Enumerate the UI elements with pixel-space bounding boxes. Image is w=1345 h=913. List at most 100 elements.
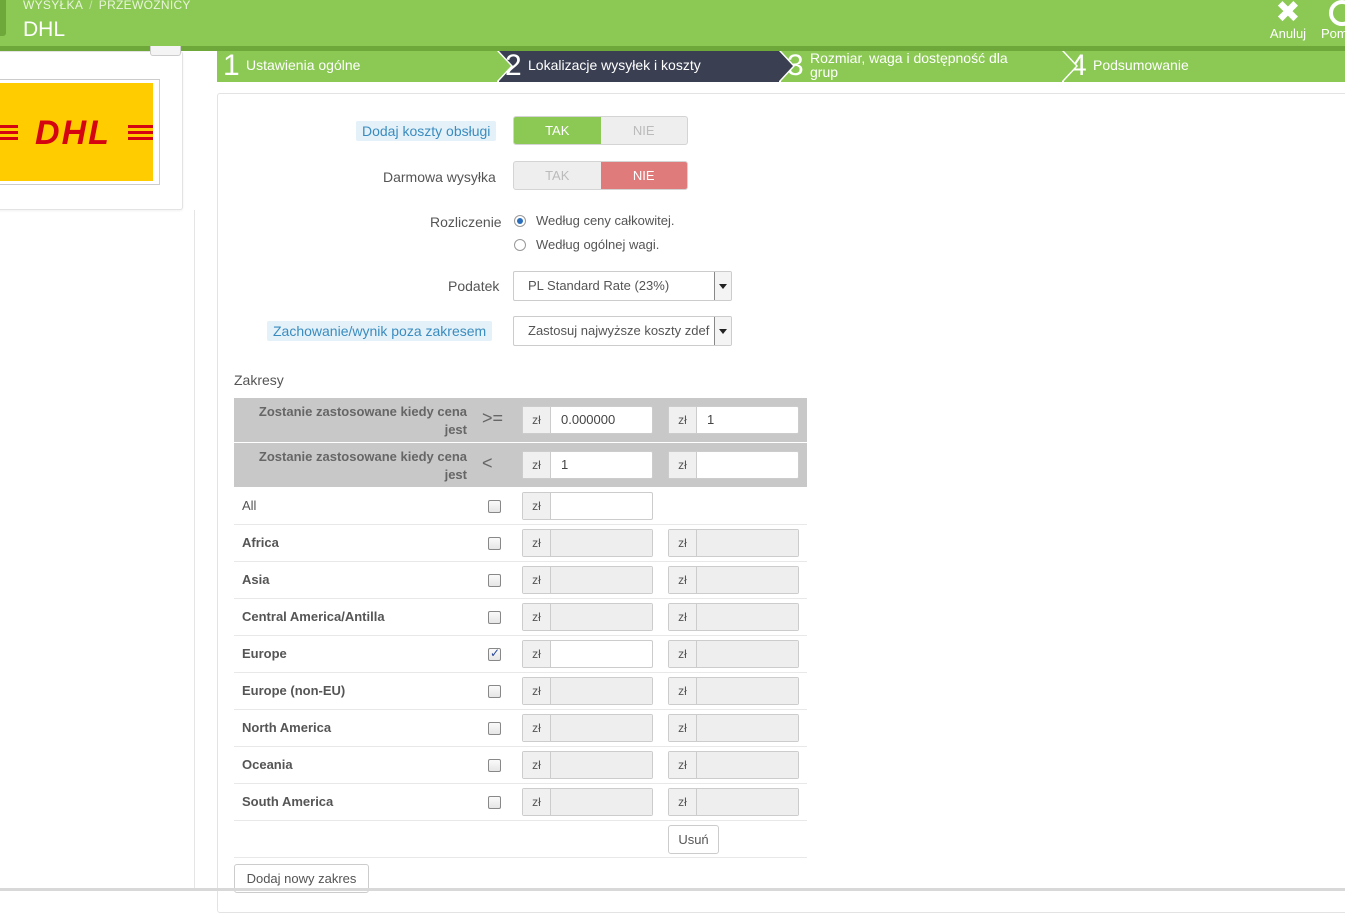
- zone-checkbox[interactable]: [488, 574, 501, 587]
- zone-oceania-price-1[interactable]: zł: [522, 751, 653, 779]
- step-general-settings[interactable]: 1 Ustawienia ogólne: [217, 49, 513, 82]
- zone-oceania-price-2[interactable]: zł: [668, 751, 799, 779]
- zone-europe-non-eu-price-2[interactable]: zł: [668, 677, 799, 705]
- zone-checkbox[interactable]: [488, 722, 501, 735]
- zone-name: Central America/Antilla: [242, 609, 385, 624]
- tax-label: Podatek: [448, 278, 500, 294]
- cancel-label: Anuluj: [1269, 26, 1307, 41]
- currency-addon: zł: [669, 452, 697, 478]
- zone-checkbox[interactable]: [488, 611, 501, 624]
- zone-europe-price-2[interactable]: zł: [668, 640, 799, 668]
- logo-frame: DHL: [0, 79, 160, 185]
- zone-checkbox[interactable]: [488, 537, 501, 550]
- billing-by-weight-radio[interactable]: Według ogólnej wagi.: [514, 237, 659, 252]
- zone-asia-price-1[interactable]: zł: [522, 566, 653, 594]
- zone-europe-price-1[interactable]: zł: [522, 640, 653, 668]
- currency-addon: zł: [523, 407, 551, 433]
- currency-addon: zł: [669, 789, 697, 815]
- input-value[interactable]: 1: [697, 407, 798, 433]
- radio-label: Według ceny całkowitej.: [536, 213, 675, 228]
- zone-asia-price-2[interactable]: zł: [668, 566, 799, 594]
- chevron-down-icon: [714, 272, 731, 300]
- step-label: Ustawienia ogólne: [246, 57, 361, 73]
- step-summary[interactable]: 4 Podsumowanie: [1064, 50, 1345, 82]
- radio-selected-icon: [514, 215, 526, 227]
- currency-addon: zł: [523, 789, 551, 815]
- step-size-weight-groups[interactable]: 3 Rozmiar, waga i dostępność dla grup: [781, 50, 1078, 82]
- currency-addon: zł: [669, 407, 697, 433]
- handling-costs-toggle[interactable]: TAK NIE: [513, 116, 688, 145]
- zone-north-america-price-1[interactable]: zł: [522, 714, 653, 742]
- billing-label: Rozliczenie: [430, 214, 502, 230]
- input-value[interactable]: 0.000000: [551, 407, 652, 433]
- zone-central-america-price-1[interactable]: zł: [522, 603, 653, 631]
- range-to-input-2[interactable]: zł: [668, 451, 799, 479]
- billing-by-price-radio[interactable]: Według ceny całkowitej.: [514, 213, 675, 228]
- zone-checkbox-checked[interactable]: [488, 646, 501, 661]
- zone-checkbox[interactable]: [488, 685, 501, 698]
- zone-south-america-price-2[interactable]: zł: [668, 788, 799, 816]
- handling-costs-label: Dodaj koszty obsługi: [356, 121, 497, 141]
- operator-ge: >=: [482, 408, 504, 428]
- chevron-down-icon: [714, 317, 731, 345]
- input-value[interactable]: [697, 452, 798, 478]
- currency-addon: zł: [669, 752, 697, 778]
- currency-addon: zł: [669, 715, 697, 741]
- range-to-input-1[interactable]: zł 1: [522, 451, 653, 479]
- step-locations-costs[interactable]: 2 Lokalizacje wysyłek i koszty: [499, 50, 795, 82]
- zone-name: Africa: [242, 535, 279, 550]
- zone-checkbox[interactable]: [488, 500, 501, 513]
- svg-text:DHL: DHL: [35, 114, 111, 152]
- zone-name: Europe (non-EU): [242, 683, 346, 698]
- panel-tab[interactable]: [150, 46, 181, 56]
- range-actions-row: [234, 821, 807, 858]
- range-from-input-2[interactable]: zł 1: [668, 406, 799, 434]
- out-of-range-select[interactable]: Zastosuj najwyższe koszty zdef: [513, 316, 732, 346]
- step-label: Lokalizacje wysyłek i koszty: [528, 57, 701, 73]
- tax-select[interactable]: PL Standard Rate (23%): [513, 271, 732, 301]
- cancel-button[interactable]: ✖ Anuluj: [1266, 0, 1310, 41]
- help-label: Pomoc: [1321, 26, 1345, 41]
- zone-name: Asia: [242, 572, 270, 587]
- ranges-title: Zakresy: [234, 372, 284, 388]
- zone-all-price-input[interactable]: zł: [522, 492, 653, 520]
- zone-europe-non-eu-price-1[interactable]: zł: [522, 677, 653, 705]
- breadcrumb: WYSYŁKA / PRZEWOŹNICY: [23, 0, 191, 12]
- zone-south-america-price-1[interactable]: zł: [522, 788, 653, 816]
- delete-range-button[interactable]: Usuń: [668, 825, 719, 854]
- toggle-no[interactable]: NIE: [600, 162, 687, 189]
- header-tab: [0, 0, 6, 36]
- help-button[interactable]: Pomoc: [1321, 0, 1345, 41]
- free-shipping-toggle[interactable]: TAK NIE: [513, 161, 688, 190]
- zone-name: South America: [242, 794, 334, 809]
- range-from-input-1[interactable]: zł 0.000000: [522, 406, 653, 434]
- breadcrumb-item-shipping[interactable]: WYSYŁKA: [23, 0, 83, 12]
- wizard-steps: 1 Ustawienia ogólne 2 Lokalizacje wysyłe…: [217, 49, 1345, 82]
- close-icon: ✖: [1275, 0, 1301, 29]
- zone-africa-price-1[interactable]: zł: [522, 529, 653, 557]
- operator-lt: <: [482, 453, 493, 473]
- toggle-no[interactable]: NIE: [601, 117, 688, 144]
- toggle-yes[interactable]: TAK: [514, 117, 601, 144]
- out-of-range-select-value: Zastosuj najwyższe koszty zdef: [528, 323, 710, 338]
- zone-north-america-price-2[interactable]: zł: [668, 714, 799, 742]
- out-of-range-label: Zachowanie/wynik poza zakresem: [267, 321, 493, 341]
- currency-addon: zł: [523, 641, 551, 667]
- breadcrumb-item-carriers[interactable]: PRZEWOŹNICY: [99, 0, 191, 12]
- zone-checkbox[interactable]: [488, 796, 501, 809]
- top-header: WYSYŁKA/PRZEWOŹNICY DHL ✖ Anuluj Pomoc: [0, 0, 1345, 46]
- zone-central-america-price-2[interactable]: zł: [668, 603, 799, 631]
- radio-icon: [514, 239, 526, 251]
- zone-africa-price-2[interactable]: zł: [668, 529, 799, 557]
- toggle-yes[interactable]: TAK: [514, 162, 601, 189]
- sidebar-divider: [194, 210, 195, 891]
- lifebuoy-icon: [1329, 0, 1345, 26]
- zone-checkbox[interactable]: [488, 759, 501, 772]
- currency-addon: zł: [523, 452, 551, 478]
- zone-name: Europe: [242, 646, 287, 661]
- dhl-logo-graphic: DHL: [0, 114, 153, 152]
- step-number: 1: [223, 49, 240, 82]
- radio-label: Według ogólnej wagi.: [536, 237, 660, 252]
- input-value[interactable]: 1: [551, 452, 652, 478]
- currency-addon: zł: [523, 715, 551, 741]
